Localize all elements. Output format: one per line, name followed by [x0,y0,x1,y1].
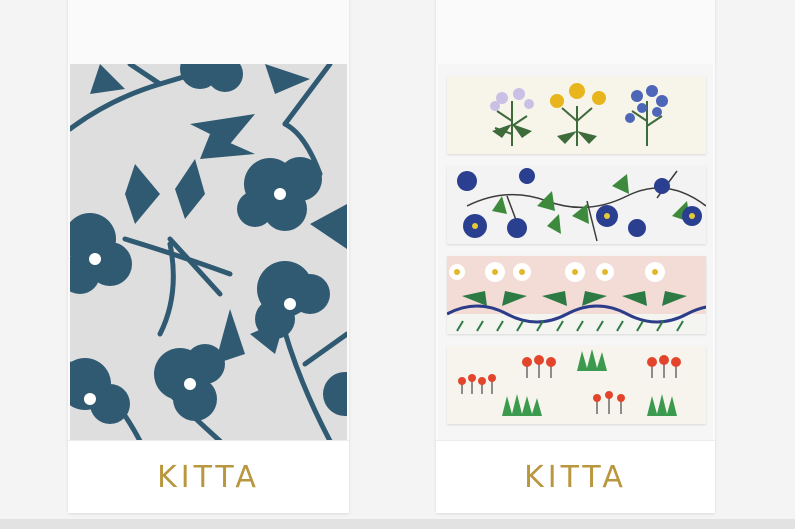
blue-floral-pattern-image [70,64,347,441]
bottom-edge-bar [0,519,795,529]
tape-strip-daisies [447,256,706,334]
tape-strip-card [438,64,713,441]
kitta-package-left: KITTA [68,0,349,513]
tape-strip-wildflowers [447,76,706,154]
brand-label-area: KITTA [68,440,349,513]
kitta-package-right: KITTA [436,0,715,513]
tape-strip-red-flowers-grass [447,346,706,424]
tape-strip-blue-flowers [447,166,706,244]
package-hanger-tab [68,0,349,64]
kitta-logo: KITTA [157,459,260,495]
kitta-logo: KITTA [524,459,627,495]
brand-label-area: KITTA [436,440,715,513]
package-hanger-tab [436,0,715,64]
